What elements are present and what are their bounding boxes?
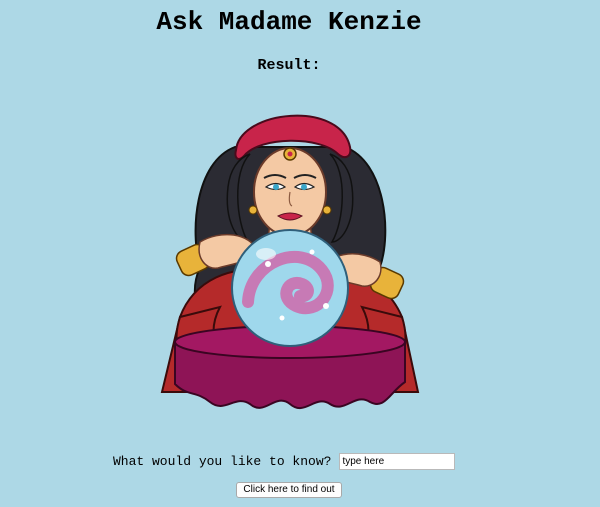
result-label: Result: xyxy=(257,57,321,74)
earring-left xyxy=(248,205,258,215)
page-title: Ask Madame Kenzie xyxy=(156,7,422,37)
find-out-button[interactable]: Click here to find out xyxy=(236,482,342,498)
earring-right xyxy=(322,205,332,215)
question-input[interactable] xyxy=(339,452,456,470)
question-row: What would you like to know? xyxy=(113,452,456,470)
fortune-teller-illustration xyxy=(160,114,420,410)
question-label: What would you like to know? xyxy=(113,453,332,469)
